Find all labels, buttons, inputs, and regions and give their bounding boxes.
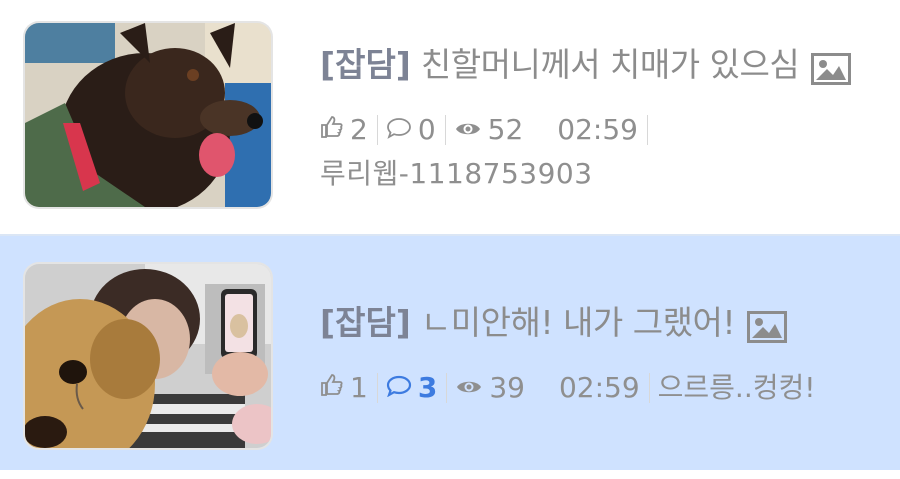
eye-icon [454,110,482,150]
comment-count-value: 3 [417,371,438,404]
view-count-value: 52 [487,113,524,146]
post-title[interactable]: 친할머니께서 치매가 있으심 [421,40,800,90]
dog-photo-thumbnail [25,23,271,207]
meta-divider [376,115,378,145]
post-category: [잡담] [320,45,411,84]
list-bottom-spacer [0,470,900,479]
post-title[interactable]: ㄴ미안해! 내가 그랬어! [421,298,736,348]
post-content: [잡담] ㄴ미안해! 내가 그랬어! 1 3 39 02:59 으르릉..컹컹! [320,298,880,408]
like-count: 1 [320,368,368,408]
speech-bubble-icon [386,368,412,408]
view-count: 39 [455,368,525,408]
post-time: 02:59 [557,113,638,146]
like-count-value: 1 [350,371,368,404]
post-list: [잡담] 친할머니께서 치매가 있으심 2 0 52 02:59 루리웹-111… [0,0,900,479]
post-meta: 2 0 52 02:59 [320,110,880,150]
post-thumbnail[interactable] [25,264,271,448]
speech-bubble-icon [386,110,412,150]
image-icon [811,49,852,85]
thumbs-up-icon [320,110,344,150]
post-title-row[interactable]: [잡담] ㄴ미안해! 내가 그랬어! [320,298,880,348]
comment-count[interactable]: 3 [386,368,437,408]
comment-count[interactable]: 0 [386,110,436,150]
eye-icon [455,368,483,408]
crying-dog-photo-thumbnail [25,264,271,448]
meta-divider [444,115,446,145]
thumbs-up-icon [320,368,344,408]
post-author[interactable]: 으르릉..컹컹! [658,368,816,408]
meta-divider [446,373,448,403]
post-list-item-selected[interactable]: [잡담] ㄴ미안해! 내가 그랬어! 1 3 39 02:59 으르릉..컹컹! [0,234,900,470]
view-count: 52 [454,110,524,150]
meta-divider [376,373,378,403]
post-thumbnail[interactable] [25,23,271,207]
post-title-row[interactable]: [잡담] 친할머니께서 치매가 있으심 [320,40,880,90]
post-meta: 1 3 39 02:59 으르릉..컹컹! [320,368,880,408]
like-count-value: 2 [350,113,368,146]
post-category: [잡담] [320,303,411,342]
post-author[interactable]: 루리웹-1118753903 [320,154,880,194]
view-count-value: 39 [489,371,525,404]
post-content: [잡담] 친할머니께서 치매가 있으심 2 0 52 02:59 루리웹-111… [320,40,880,194]
meta-divider [647,115,648,145]
image-icon [747,307,788,343]
like-count: 2 [320,110,368,150]
post-list-item[interactable]: [잡담] 친할머니께서 치매가 있으심 2 0 52 02:59 루리웹-111… [0,0,900,234]
post-time: 02:59 [558,371,640,404]
meta-divider [648,373,650,403]
comment-count-value: 0 [417,113,436,146]
